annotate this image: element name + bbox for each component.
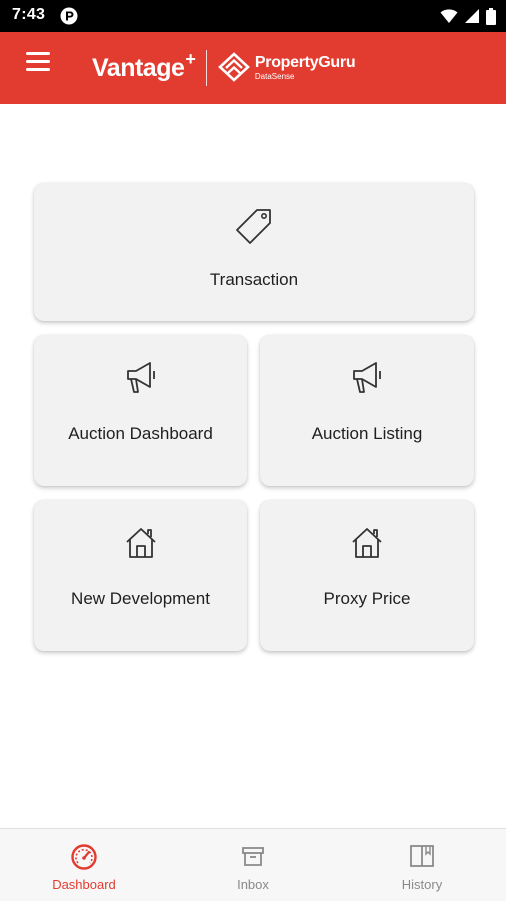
brand-partner-subtitle: DataSense: [254, 72, 295, 81]
megaphone-icon: [126, 362, 155, 393]
auction-listing-card[interactable]: Auction Listing: [260, 335, 474, 486]
transaction-label: Transaction: [209, 270, 299, 289]
megaphone-icon: [353, 362, 381, 393]
house-icon: [125, 528, 156, 558]
app-header: Vantage + PropertyGuru DataSense: [0, 32, 506, 104]
speedometer-icon: [71, 844, 97, 870]
book-icon: [410, 845, 434, 867]
battery-icon: [486, 7, 496, 25]
new-development-label: New Development: [71, 589, 210, 608]
proxy-price-label: Proxy Price: [323, 589, 411, 608]
wifi-icon: [440, 9, 458, 23]
nav-history[interactable]: History: [338, 829, 506, 901]
auction-listing-label: Auction Listing: [311, 424, 423, 443]
brand-plus-text: +: [185, 48, 196, 69]
nav-inbox-label: Inbox: [237, 877, 269, 892]
brand-partner: PropertyGuru DataSense: [254, 54, 356, 81]
status-icons: [440, 7, 496, 25]
auction-dashboard-card[interactable]: Auction Dashboard: [34, 335, 247, 486]
nav-dashboard[interactable]: Dashboard: [0, 829, 168, 901]
nav-inbox[interactable]: Inbox: [169, 829, 337, 901]
tag-icon: [236, 209, 271, 244]
nav-history-label: History: [401, 877, 443, 892]
proxy-price-card[interactable]: Proxy Price: [260, 500, 474, 651]
house-icon: [352, 528, 382, 558]
auction-dashboard-label: Auction Dashboard: [68, 424, 213, 443]
brand-logo: Vantage + PropertyGuru DataSense: [92, 44, 356, 92]
propertyguru-logo-icon: [217, 52, 250, 82]
brand-partner-name: PropertyGuru: [254, 54, 356, 71]
signal-icon: [465, 9, 479, 23]
nav-dashboard-label: Dashboard: [52, 877, 116, 892]
brand-divider: [205, 50, 207, 86]
new-development-card[interactable]: New Development: [34, 500, 247, 651]
bottom-navigation: Dashboard Inbox History: [0, 828, 506, 901]
status-bar: 7:43: [0, 0, 506, 32]
hamburger-menu-icon[interactable]: [26, 52, 52, 72]
app-notification-icon: [60, 7, 78, 25]
transaction-card[interactable]: Transaction: [34, 183, 474, 321]
archive-box-icon: [242, 847, 264, 866]
brand-vantage-text: Vantage: [92, 53, 185, 82]
status-time: 7:43: [12, 6, 46, 23]
